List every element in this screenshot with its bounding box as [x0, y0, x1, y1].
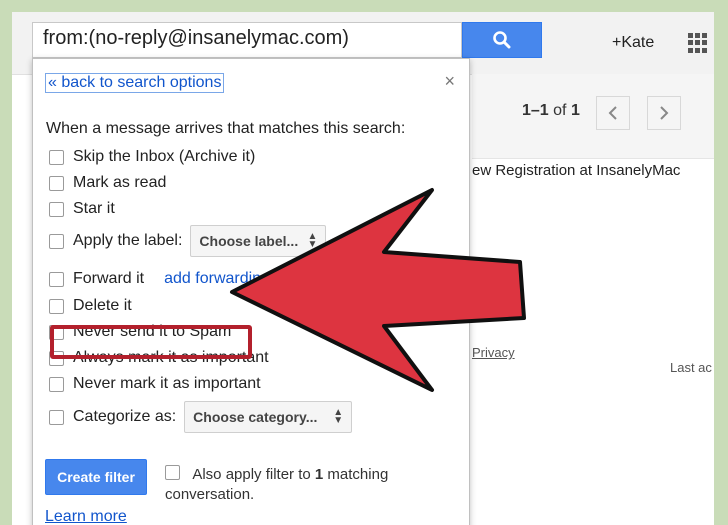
delete-label: Delete it	[73, 297, 132, 314]
pager-of: of	[553, 102, 567, 119]
category-select[interactable]: Choose category... ▲ ▼	[184, 401, 353, 433]
also-apply-checkbox[interactable]	[165, 465, 180, 480]
updown-icon: ▲ ▼	[307, 231, 318, 250]
chevron-left-icon	[608, 106, 617, 120]
never-important-label: Never mark it as important	[73, 375, 261, 392]
never-important-checkbox[interactable]	[49, 376, 64, 392]
option-forward[interactable]: Forward it add forwarding	[49, 270, 270, 288]
forward-label: Forward it	[73, 270, 145, 287]
close-icon[interactable]: ×	[444, 71, 455, 92]
option-never-important[interactable]: Never mark it as important	[49, 375, 261, 393]
search-button[interactable]	[462, 22, 542, 58]
option-categorize[interactable]: Categorize as: Choose category... ▲ ▼	[49, 401, 353, 433]
user-link[interactable]: +Kate	[612, 34, 654, 52]
forward-checkbox[interactable]	[49, 271, 64, 287]
option-always-important[interactable]: Always mark it as important	[49, 349, 269, 367]
star-label: Star it	[73, 200, 115, 217]
option-mark-read[interactable]: Mark as read	[49, 174, 166, 192]
option-never-spam[interactable]: Never send it to Spam	[49, 323, 231, 341]
star-checkbox[interactable]	[49, 201, 64, 217]
last-activity-text: Last ac	[670, 360, 712, 375]
option-skip-inbox[interactable]: Skip the Inbox (Archive it)	[49, 148, 255, 166]
filter-intro: When a message arrives that matches this…	[46, 120, 406, 137]
filter-dialog: « back to search options × When a messag…	[32, 58, 470, 525]
search-icon	[493, 31, 511, 49]
pager-total: 1	[570, 102, 580, 119]
mark-read-checkbox[interactable]	[49, 175, 64, 191]
option-apply-label[interactable]: Apply the label: Choose label... ▲ ▼	[49, 225, 327, 257]
never-spam-checkbox[interactable]	[49, 324, 64, 340]
skip-inbox-checkbox[interactable]	[49, 149, 64, 165]
back-to-search-options-link[interactable]: « back to search options	[45, 73, 225, 93]
add-forwarding-link[interactable]: add forwarding	[164, 270, 270, 288]
pager-text: 1–1 of 1	[522, 102, 580, 120]
skip-inbox-label: Skip the Inbox (Archive it)	[73, 148, 256, 165]
mail-subject[interactable]: ew Registration at InsanelyMac	[472, 162, 680, 179]
create-filter-button[interactable]: Create filter	[45, 459, 147, 495]
always-important-checkbox[interactable]	[49, 350, 64, 366]
apply-label-label: Apply the label:	[73, 232, 183, 249]
gmail-window: from:(no-reply@insanelymac.com) +Kate 1–…	[12, 12, 714, 525]
label-select-value: Choose label...	[199, 233, 299, 249]
newer-button[interactable]	[596, 96, 630, 130]
category-select-value: Choose category...	[193, 409, 318, 425]
apply-label-checkbox[interactable]	[49, 233, 64, 249]
also-apply-suffix: matching	[327, 466, 389, 483]
apps-grid-icon[interactable]	[688, 33, 708, 53]
always-important-label: Always mark it as important	[73, 349, 269, 366]
option-delete[interactable]: Delete it	[49, 297, 132, 315]
learn-more-link[interactable]: Learn more	[45, 508, 127, 525]
never-spam-label: Never send it to Spam	[73, 323, 232, 340]
privacy-link[interactable]: Privacy	[472, 345, 515, 360]
delete-checkbox[interactable]	[49, 298, 64, 314]
search-input[interactable]: from:(no-reply@insanelymac.com)	[32, 22, 462, 58]
older-button[interactable]	[647, 96, 681, 130]
option-star[interactable]: Star it	[49, 200, 115, 218]
updown-icon: ▲ ▼	[333, 407, 344, 426]
pager-range: 1–1	[522, 102, 549, 119]
label-select[interactable]: Choose label... ▲ ▼	[190, 225, 327, 257]
mark-read-label: Mark as read	[73, 174, 167, 191]
chevron-right-icon	[660, 106, 669, 120]
categorize-label: Categorize as:	[73, 408, 177, 425]
also-apply-option[interactable]: Also apply filter to 1 matching conversa…	[165, 465, 388, 505]
also-apply-line2: conversation.	[165, 486, 255, 503]
also-apply-prefix: Also apply filter to	[192, 466, 311, 483]
categorize-checkbox[interactable]	[49, 409, 64, 425]
also-apply-count: 1	[314, 466, 324, 483]
